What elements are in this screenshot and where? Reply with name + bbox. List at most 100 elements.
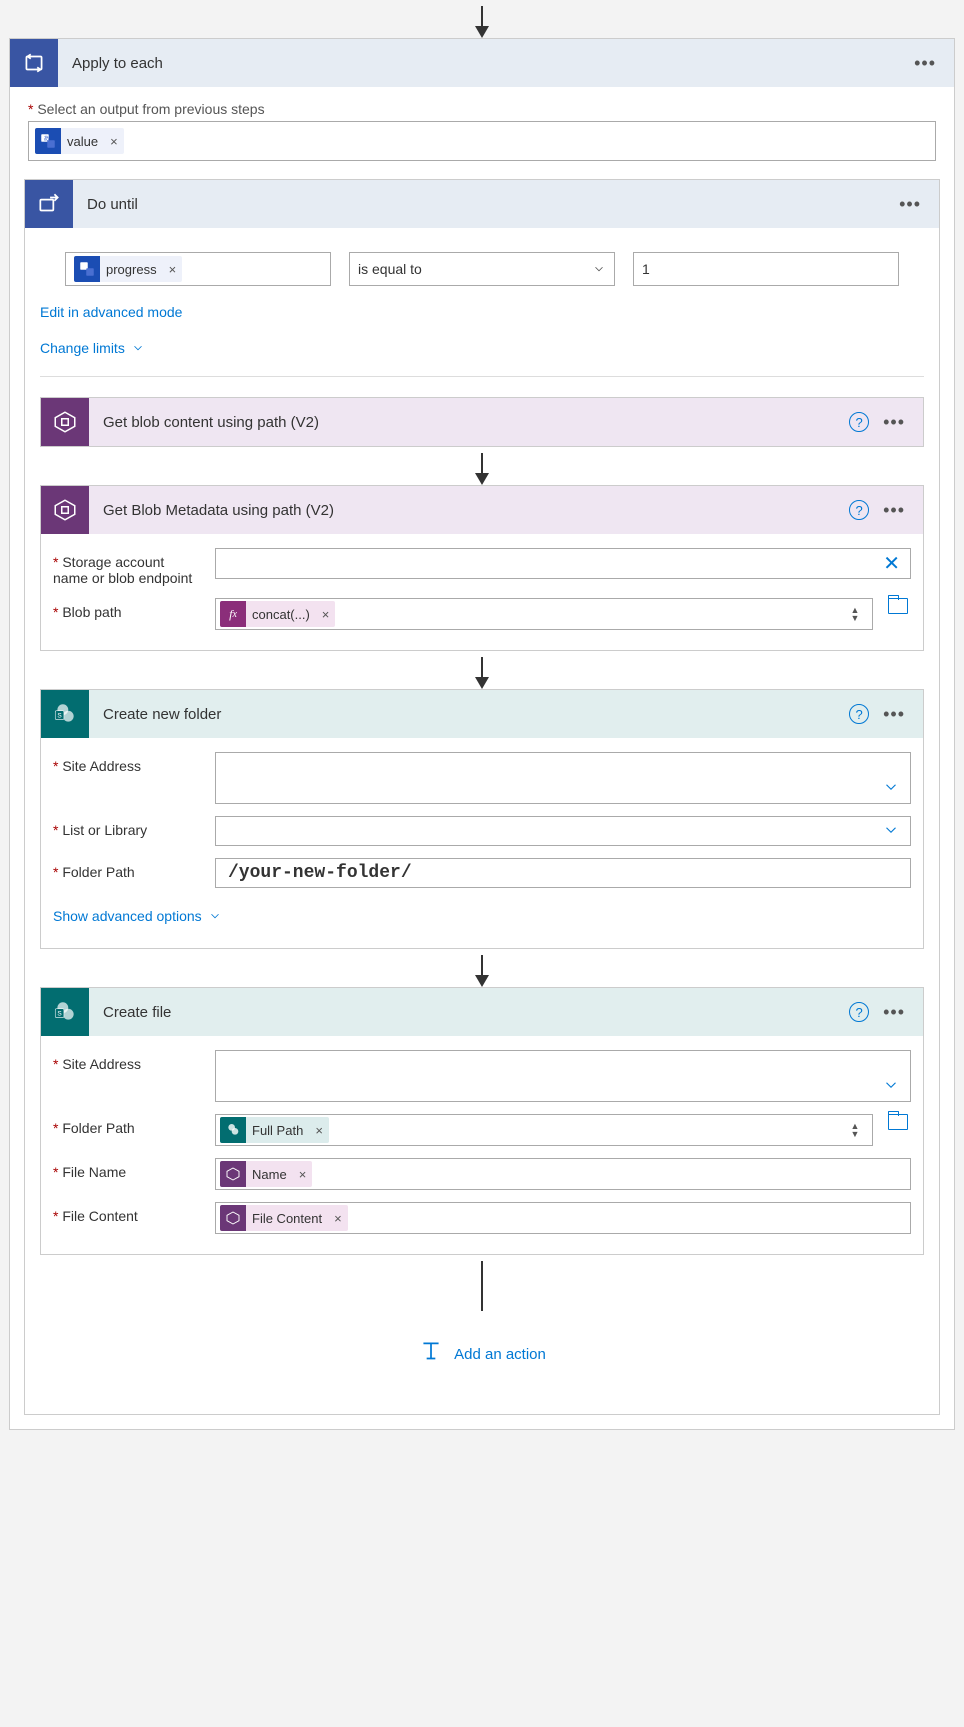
site-address-select[interactable] [215,752,911,804]
condition-left[interactable]: progress × [65,252,331,286]
more-icon[interactable]: ••• [879,998,909,1027]
help-icon[interactable]: ? [849,1002,869,1022]
more-icon[interactable]: ••• [879,496,909,525]
apply-to-each-header[interactable]: Apply to each ••• [10,39,954,87]
sharepoint-icon: S [41,988,89,1036]
folder-picker-button[interactable] [885,598,911,614]
condition-row: progress × is equal to 1 [25,244,939,294]
folder-path-label: * Folder Path [53,858,203,880]
file-content-token-label: File Content [246,1205,328,1231]
svg-text:S: S [57,712,62,719]
remove-token-icon[interactable]: × [309,1117,329,1143]
help-icon[interactable]: ? [849,412,869,432]
select-output-input[interactable]: あ value × [28,121,936,161]
file-content-token[interactable]: File Content × [220,1205,348,1231]
flow-arrow [481,453,483,483]
name-token[interactable]: Name × [220,1161,312,1187]
file-content-input[interactable]: File Content × [215,1202,911,1234]
chevron-down-icon [131,341,145,355]
clear-icon[interactable]: ✕ [883,551,900,576]
get-blob-content-header[interactable]: Get blob content using path (V2) ? ••• [41,398,923,446]
more-icon[interactable]: ••• [895,190,925,219]
file-name-input[interactable]: Name × [215,1158,911,1190]
blob-icon [41,398,89,446]
apply-to-each-title: Apply to each [58,55,910,72]
condition-value-input[interactable]: 1 [633,252,899,286]
folder-path-label: * Folder Path [53,1114,203,1136]
sharepoint-icon [220,1117,246,1143]
blob-icon [220,1161,246,1187]
folder-path-value: /your-new-folder/ [228,863,412,883]
create-file-card: S Create file ? ••• * Site Address [40,987,924,1255]
change-limits-link[interactable]: Change limits [40,340,145,356]
get-blob-metadata-header[interactable]: Get Blob Metadata using path (V2) ? ••• [41,486,923,534]
folder-icon [888,598,908,614]
create-folder-header[interactable]: S Create new folder ? ••• [41,690,923,738]
progress-token[interactable]: progress × [74,256,182,282]
fx-icon: fx [220,601,246,627]
remove-token-icon[interactable]: × [293,1161,313,1187]
help-icon[interactable]: ? [849,704,869,724]
translate-icon: あ [35,128,61,154]
chevron-down-icon [208,909,222,923]
condition-value: 1 [642,261,650,277]
create-folder-card: S Create new folder ? ••• * Site Address [40,689,924,949]
sharepoint-icon: S [41,690,89,738]
remove-token-icon[interactable]: × [104,128,124,154]
blob-icon [41,486,89,534]
storage-account-label: * Storage account name or blob endpoint [53,548,203,586]
get-blob-content-title: Get blob content using path (V2) [89,414,849,431]
site-address-label: * Site Address [53,752,203,774]
folder-path-input[interactable]: /your-new-folder/ [215,858,911,888]
create-file-header[interactable]: S Create file ? ••• [41,988,923,1036]
operator-value: is equal to [358,261,422,277]
blob-path-input[interactable]: fx concat(...) × ▲▼ [215,598,873,630]
show-advanced-link[interactable]: Show advanced options [53,908,222,924]
folder-path-input[interactable]: Full Path × ▲▼ [215,1114,873,1146]
list-library-label: * List or Library [53,816,203,838]
more-icon[interactable]: ••• [910,49,940,78]
remove-token-icon[interactable]: × [328,1205,348,1231]
do-until-header[interactable]: Do until ••• [25,180,939,228]
stepper[interactable]: ▲▼ [842,1122,868,1138]
help-icon[interactable]: ? [849,500,869,520]
divider [40,376,924,377]
condition-operator-select[interactable]: is equal to [349,252,615,286]
create-folder-title: Create new folder [89,706,849,723]
full-path-label: Full Path [246,1117,309,1143]
do-until-card: Do until ••• progress × [24,179,940,1415]
svg-text:S: S [57,1010,62,1017]
concat-token-label: concat(...) [246,601,316,627]
file-content-label: * File Content [53,1202,203,1224]
value-token[interactable]: あ value × [35,128,124,154]
flow-arrow [481,657,483,687]
site-address-select[interactable] [215,1050,911,1102]
get-blob-metadata-title: Get Blob Metadata using path (V2) [89,502,849,519]
list-library-select[interactable] [215,816,911,846]
concat-token[interactable]: fx concat(...) × [220,601,335,627]
chevron-down-icon [882,821,900,842]
blob-icon [220,1205,246,1231]
storage-account-input[interactable]: ✕ [215,548,911,579]
get-blob-content-card: Get blob content using path (V2) ? ••• [40,397,924,447]
folder-picker-button[interactable] [885,1114,911,1130]
add-action-icon [418,1339,444,1369]
chevron-down-icon [882,1076,900,1097]
chevron-down-icon [592,262,606,276]
add-action-button[interactable]: Add an action [40,1319,924,1399]
do-until-title: Do until [73,196,895,213]
svg-text:あ: あ [44,135,50,142]
remove-token-icon[interactable]: × [163,256,183,282]
flow-line [481,1261,483,1311]
apply-to-each-card: Apply to each ••• * Select an output fro… [9,38,955,1430]
site-address-label: * Site Address [53,1050,203,1072]
translate-icon [74,256,100,282]
remove-token-icon[interactable]: × [316,601,336,627]
stepper[interactable]: ▲▼ [842,606,868,622]
more-icon[interactable]: ••• [879,408,909,437]
full-path-token[interactable]: Full Path × [220,1117,329,1143]
select-output-label: * Select an output from previous steps [28,101,936,117]
chevron-down-icon [882,778,900,799]
more-icon[interactable]: ••• [879,700,909,729]
edit-advanced-link[interactable]: Edit in advanced mode [40,304,182,320]
